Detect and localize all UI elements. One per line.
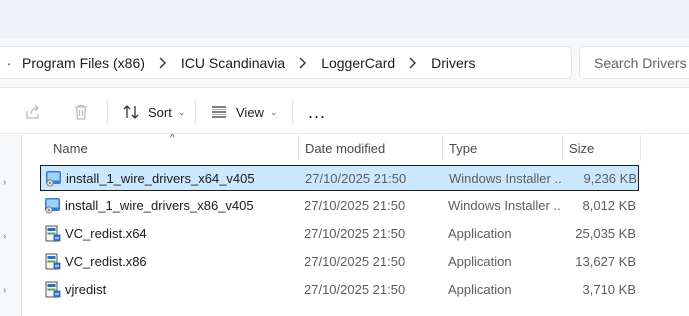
column-header-name[interactable]: Name: [47, 135, 299, 161]
chevron-down-icon: ⌄: [177, 106, 186, 117]
file-name: VC_redist.x86: [65, 253, 147, 269]
toolbar-divider: [292, 100, 293, 124]
chevron-right-icon[interactable]: ›: [3, 231, 6, 242]
column-header-type[interactable]: Type: [443, 135, 563, 161]
share-icon[interactable]: [22, 101, 44, 123]
file-type: Application: [448, 281, 512, 297]
file-type: Windows Installer ...: [449, 170, 561, 186]
chevron-right-icon[interactable]: ›: [3, 285, 6, 296]
chevron-right-icon[interactable]: [401, 57, 423, 69]
column-header-date[interactable]: Date modified: [299, 135, 443, 161]
chevron-right-icon[interactable]: [151, 57, 173, 69]
file-name: VC_redist.x64: [65, 225, 147, 241]
sort-button[interactable]: Sort ⌄: [122, 99, 185, 125]
file-size: 13,627 KB: [575, 253, 636, 269]
column-header-size[interactable]: Size: [563, 135, 641, 161]
file-date: 27/10/2025 21:50: [305, 170, 407, 186]
file-name-cell[interactable]: VC_redist.x64: [44, 221, 294, 245]
file-size: 25,035 KB: [575, 225, 636, 241]
chevron-right-icon[interactable]: ›: [3, 177, 6, 188]
file-name-cell[interactable]: vjredist: [44, 277, 294, 301]
view-label: View: [236, 104, 264, 120]
file-date: 27/10/2025 21:50: [304, 281, 406, 297]
view-icon: [212, 106, 226, 118]
sort-icon: [123, 105, 139, 119]
title-bar: [0, 0, 689, 38]
file-date: 27/10/2025 21:50: [304, 225, 406, 241]
setup-application-icon: [44, 225, 65, 242]
more-options-button[interactable]: ...: [307, 99, 327, 125]
breadcrumb-drivers[interactable]: Drivers: [423, 55, 481, 71]
file-date: 27/10/2025 21:50: [304, 253, 406, 269]
command-bar: Sort ⌄ View ⌄ ...: [0, 89, 689, 134]
column-header-row: Name Date modified Type Size: [23, 135, 643, 161]
sort-label: Sort: [148, 104, 172, 120]
address-bar[interactable]: · Program Files (x86) ICU Scandinavia Lo…: [0, 46, 572, 79]
file-row[interactable]: VC_redist.x64 27/10/2025 21:50 Application…: [40, 221, 639, 247]
file-size: 3,710 KB: [582, 281, 637, 297]
trash-icon[interactable]: [70, 101, 92, 123]
setup-application-icon: [44, 253, 65, 270]
navigation-bar: · Program Files (x86) ICU Scandinavia Lo…: [0, 38, 689, 88]
file-size: 8,012 KB: [582, 197, 637, 213]
file-name: install_1_wire_drivers_x86_v405: [65, 197, 254, 213]
file-row[interactable]: install_1_wire_drivers_x86_v405 27/10/202…: [40, 193, 639, 219]
view-button[interactable]: View ⌄: [210, 99, 278, 125]
file-row[interactable]: vjredist 27/10/2025 21:50 Application 3,710…: [40, 277, 639, 303]
chevron-right-icon[interactable]: [291, 57, 313, 69]
breadcrumb-loggercard[interactable]: LoggerCard: [313, 55, 401, 71]
file-name: install_1_wire_drivers_x64_v405: [66, 170, 255, 186]
file-size: 9,236 KB: [583, 170, 638, 186]
file-name: vjredist: [65, 281, 107, 297]
breadcrumb-icu-scandinavia[interactable]: ICU Scandinavia: [173, 55, 291, 71]
file-row[interactable]: install_1_wire_drivers_x64_v405 27/10/202…: [40, 165, 639, 191]
file-list: ^ Name Date modified Type Size install_1…: [23, 133, 689, 316]
setup-application-icon: [44, 281, 65, 298]
chevron-down-icon: ⌄: [269, 106, 278, 117]
overflow-dot-icon[interactable]: ·: [4, 55, 14, 71]
file-type: Windows Installer ...: [448, 197, 560, 213]
file-name-cell[interactable]: install_1_wire_drivers_x86_v405: [44, 193, 294, 217]
toolbar-divider: [195, 100, 196, 124]
msi-installer-icon: [45, 170, 66, 187]
toolbar-divider: [107, 100, 108, 124]
file-name-cell[interactable]: install_1_wire_drivers_x64_v405: [45, 166, 295, 190]
file-date: 27/10/2025 21:50: [304, 197, 406, 213]
navigation-pane[interactable]: › › ›: [0, 135, 22, 316]
file-row[interactable]: VC_redist.x86 27/10/2025 21:50 Application…: [40, 249, 639, 275]
file-type: Application: [448, 225, 512, 241]
search-input[interactable]: Search Drivers: [579, 46, 689, 79]
msi-installer-icon: [44, 197, 65, 214]
breadcrumb-program-files[interactable]: Program Files (x86): [14, 55, 151, 71]
file-type: Application: [448, 253, 512, 269]
file-name-cell[interactable]: VC_redist.x86: [44, 249, 294, 273]
